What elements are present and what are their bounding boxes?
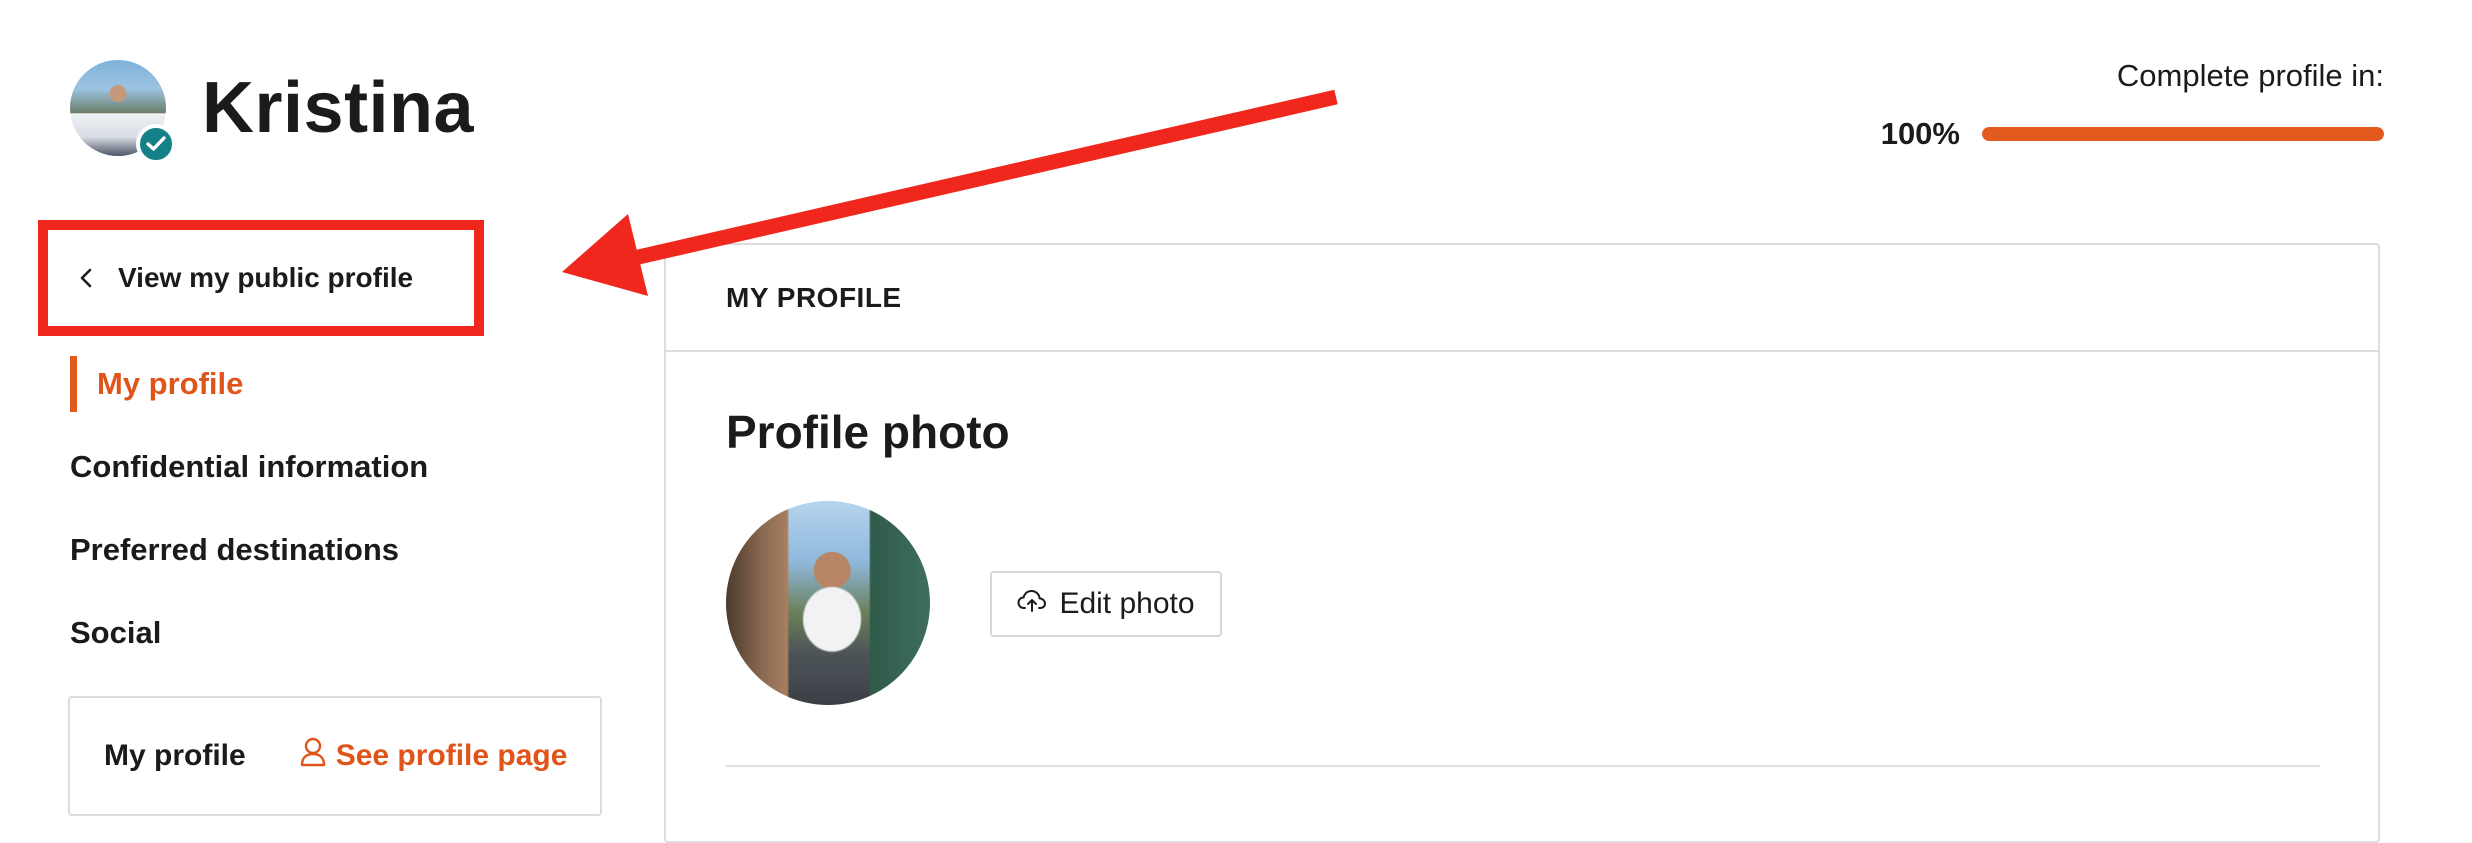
profile-completion: Complete profile in: 100% [1881, 58, 2384, 152]
profile-photo-title: Profile photo [726, 406, 1010, 458]
avatar-container [70, 60, 176, 164]
see-profile-page-link[interactable]: See profile page [300, 737, 568, 775]
sidebar-item-social[interactable]: Social [70, 605, 428, 661]
sidebar-item-confidential-information[interactable]: Confidential information [70, 439, 428, 495]
view-public-profile-label: View my public profile [118, 262, 414, 293]
see-profile-page-label: See profile page [335, 739, 568, 772]
completion-label: Complete profile in: [2116, 58, 2384, 93]
chevron-left-icon [80, 268, 92, 288]
user-icon [300, 737, 336, 775]
cloud-upload-icon [1017, 587, 1059, 621]
completion-progress-fill [1982, 127, 2384, 141]
profile-photo [726, 501, 930, 705]
panel-header: MY PROFILE [666, 245, 2378, 352]
profile-card-title: My profile [104, 739, 246, 772]
sidebar-nav: My profile Confidential information Pref… [70, 356, 428, 688]
user-name: Kristina [202, 68, 475, 148]
profile-header: Kristina [70, 60, 475, 164]
completion-value: 100% [1880, 116, 1960, 151]
verified-check-icon [136, 124, 176, 164]
edit-photo-label: Edit photo [1059, 587, 1195, 620]
completion-progress-bar [1982, 127, 2384, 141]
sidebar-item-preferred-destinations[interactable]: Preferred destinations [70, 522, 428, 578]
edit-photo-button[interactable]: Edit photo [990, 571, 1222, 637]
section-divider [726, 765, 2320, 767]
completion-progress-row: 100% [1881, 116, 2384, 152]
my-profile-panel: MY PROFILE Profile photo Edit photo [664, 243, 2380, 843]
profile-card: My profile See profile page [68, 696, 602, 816]
sidebar-item-my-profile[interactable]: My profile [70, 356, 428, 412]
view-public-profile-link[interactable]: View my public profile [38, 220, 484, 336]
